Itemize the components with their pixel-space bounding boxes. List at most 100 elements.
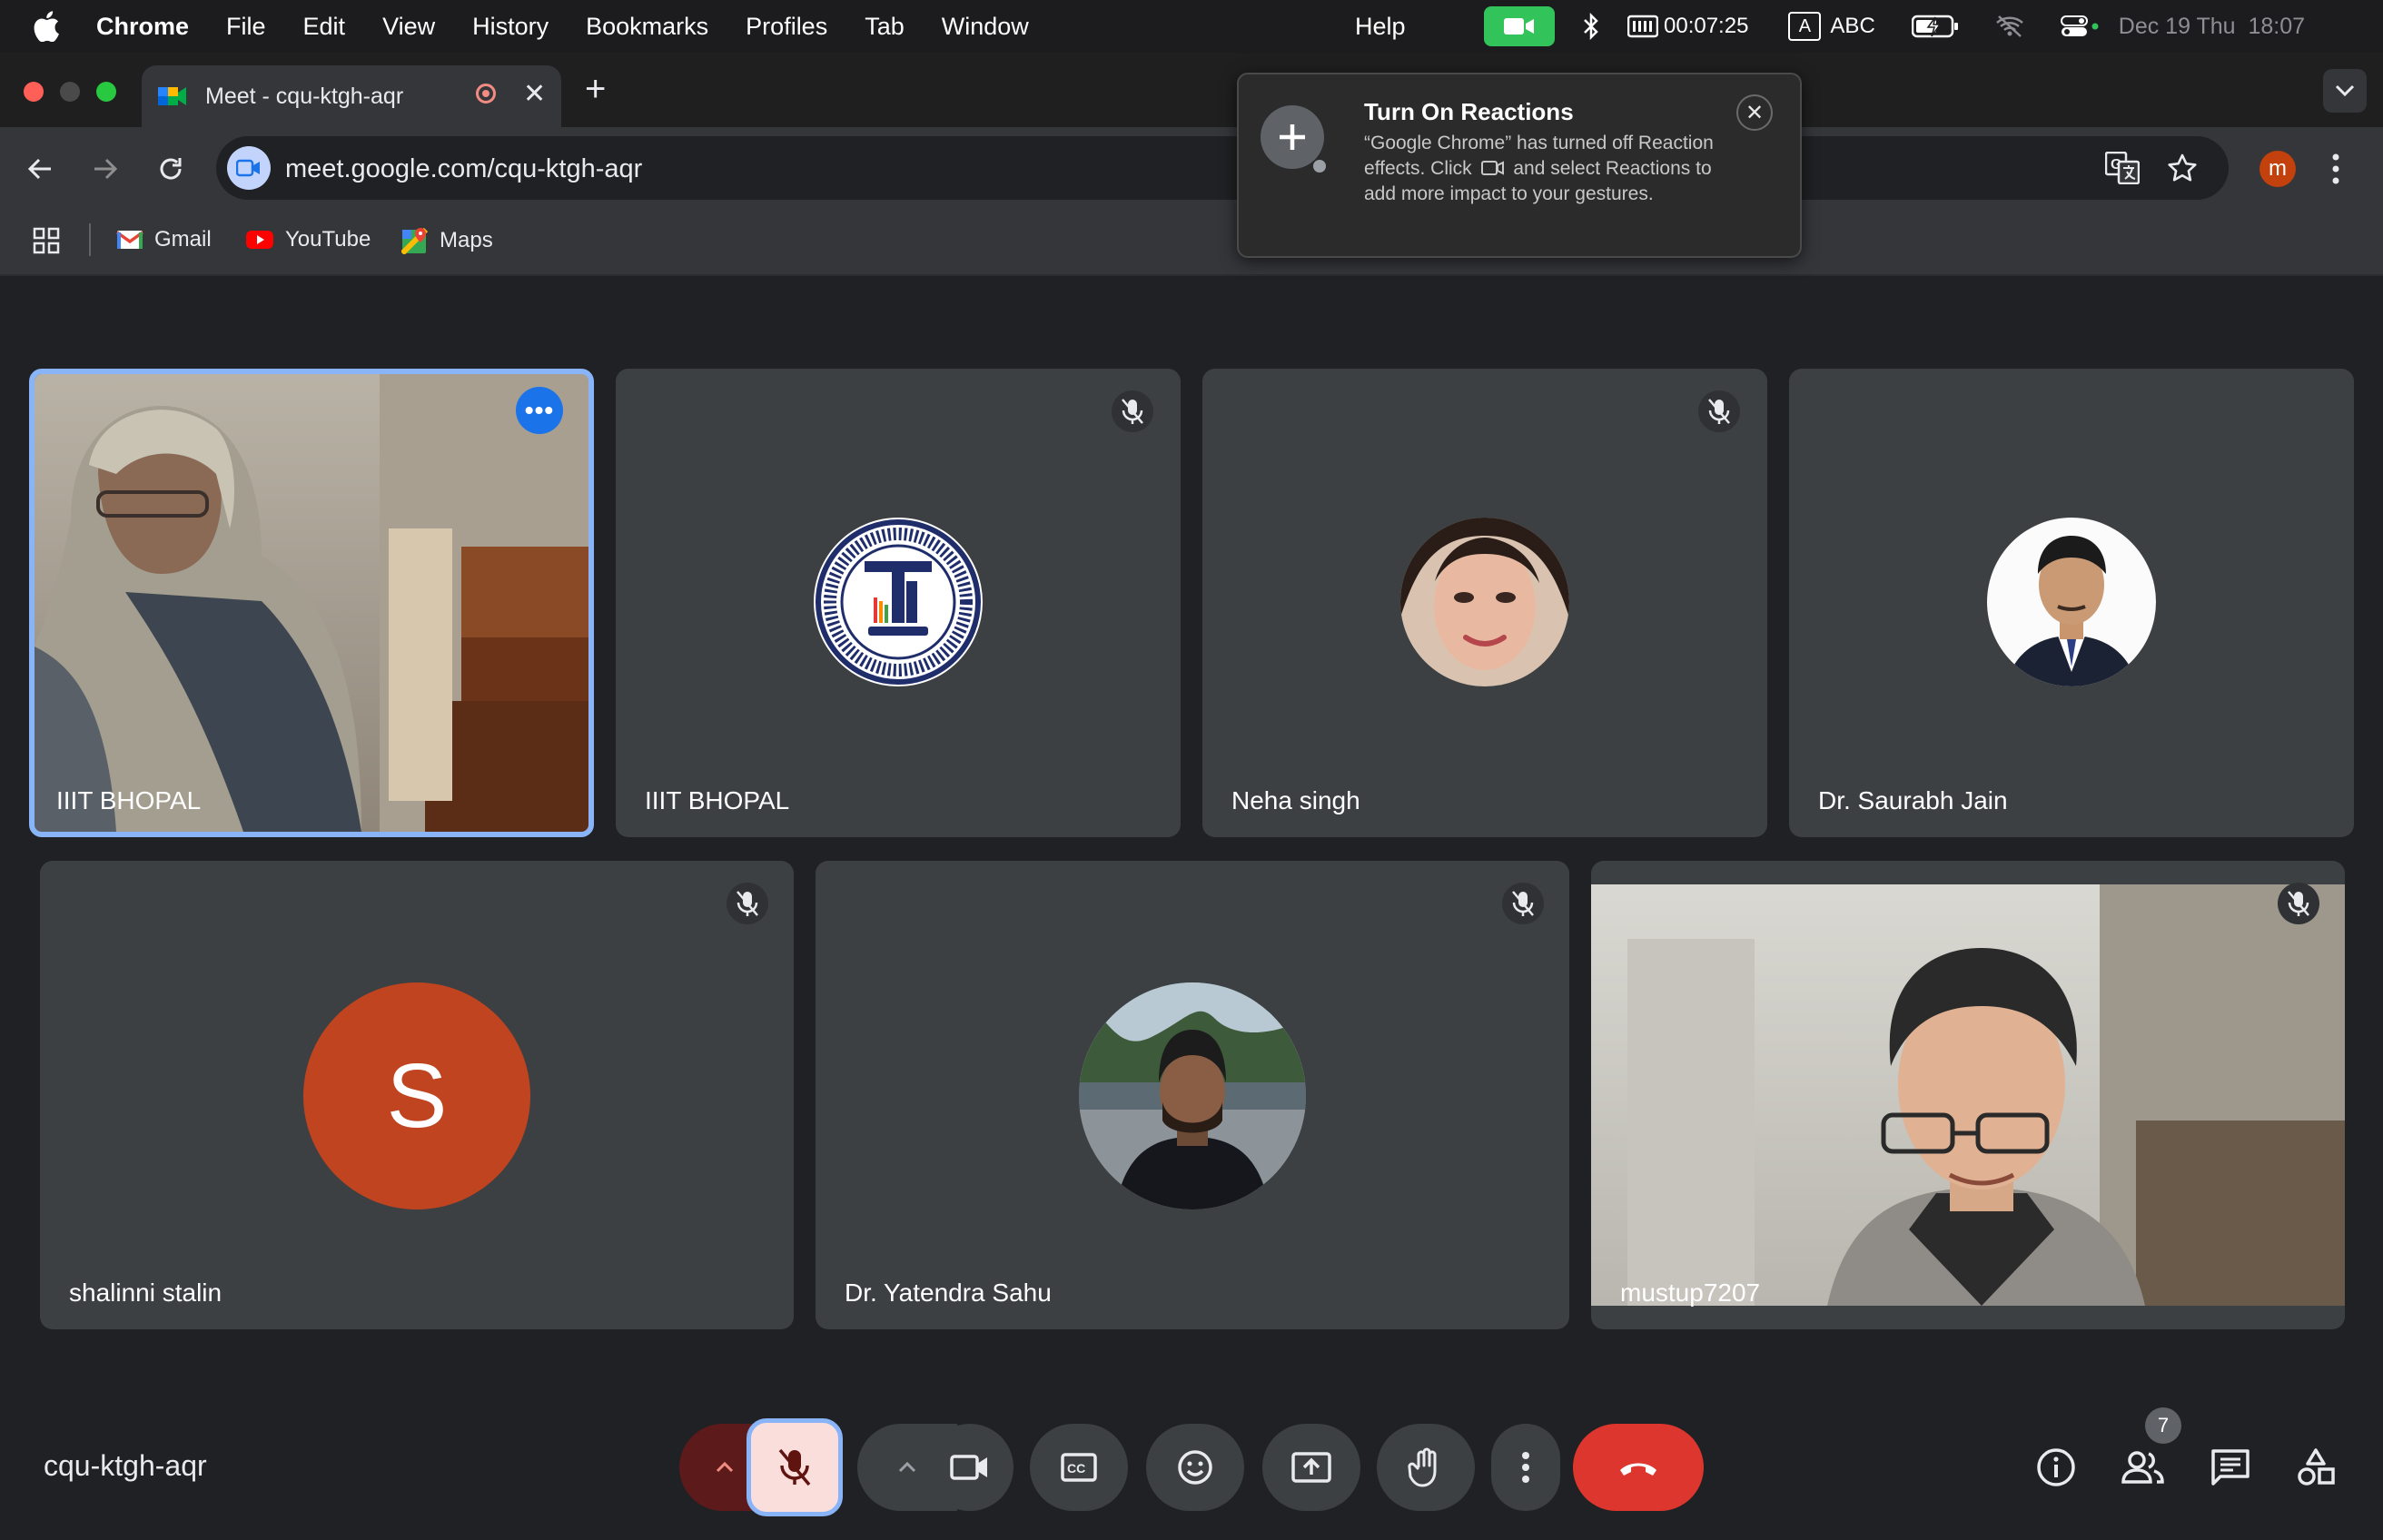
- bookmark-label: YouTube: [285, 227, 371, 252]
- participant-tile[interactable]: IIIT BHOPAL: [616, 369, 1181, 837]
- site-info-icon[interactable]: [227, 146, 271, 190]
- bookmark-star-button[interactable]: [2167, 153, 2198, 188]
- plus-icon: [1280, 124, 1305, 150]
- recording-indicator-icon: [476, 84, 496, 104]
- bookmark-maps[interactable]: Maps: [401, 227, 493, 254]
- profile-photo: [1079, 982, 1306, 1209]
- participant-tile[interactable]: Dr. Saurabh Jain: [1789, 369, 2354, 837]
- menu-profiles[interactable]: Profiles: [746, 13, 827, 41]
- notification-title: Turn On Reactions: [1364, 98, 1574, 125]
- menu-tab[interactable]: Tab: [865, 13, 905, 41]
- meeting-details-button[interactable]: [2032, 1444, 2080, 1491]
- bookmarks-separator: [89, 223, 91, 256]
- menu-history[interactable]: History: [472, 13, 549, 41]
- google-meet-favicon-icon: [158, 87, 186, 105]
- info-icon: [2037, 1448, 2075, 1486]
- timer-text: 00:07:25: [1664, 14, 1749, 38]
- forward-button[interactable]: [84, 147, 127, 191]
- menu-view[interactable]: View: [382, 13, 435, 41]
- window-minimize-button[interactable]: [60, 82, 80, 102]
- activities-button[interactable]: [2292, 1444, 2339, 1491]
- camera-toggle-button[interactable]: [926, 1424, 1014, 1511]
- menu-help[interactable]: Help: [1355, 13, 1406, 41]
- maps-icon: [401, 227, 429, 254]
- microphone-toggle-button[interactable]: [747, 1418, 843, 1516]
- input-source-status[interactable]: A ABC: [1788, 12, 1875, 41]
- vertical-dots-icon: [2332, 153, 2339, 184]
- mic-off-icon: [1708, 399, 1730, 424]
- emoji-icon: [1178, 1450, 1212, 1485]
- profile-photo: [1400, 518, 1569, 686]
- menu-edit[interactable]: Edit: [303, 13, 346, 41]
- window-zoom-button[interactable]: [96, 82, 116, 102]
- muted-indicator: [1112, 390, 1153, 432]
- timer-bars-icon: [1627, 15, 1658, 38]
- mic-off-icon: [778, 1448, 811, 1486]
- translate-button[interactable]: G: [2104, 151, 2141, 189]
- chevron-up-icon: [898, 1461, 916, 1473]
- back-button[interactable]: [18, 147, 62, 191]
- tab-search-button[interactable]: [2323, 69, 2367, 113]
- participant-name: Dr. Yatendra Sahu: [845, 1278, 1052, 1307]
- participant-tile[interactable]: Dr. Yatendra Sahu: [816, 861, 1569, 1329]
- present-screen-button[interactable]: [1262, 1424, 1360, 1511]
- chevron-up-icon: [716, 1461, 734, 1473]
- tab-close-button[interactable]: ✕: [523, 78, 546, 110]
- more-options-button[interactable]: [1491, 1424, 1560, 1511]
- address-bar[interactable]: meet.google.com/cqu-ktgh-aqr G: [216, 136, 2229, 200]
- people-button[interactable]: [2120, 1444, 2167, 1491]
- participant-avatar: [1987, 518, 2156, 686]
- window-close-button[interactable]: [24, 82, 44, 102]
- iiit-bhopal-seal-icon: [816, 519, 981, 685]
- arrow-right-icon: [94, 158, 118, 180]
- reload-button[interactable]: [149, 147, 193, 191]
- mic-off-icon: [737, 891, 758, 916]
- arrow-left-icon: [27, 158, 51, 180]
- participant-tile[interactable]: S shalinni stalin: [40, 861, 794, 1329]
- chat-button[interactable]: [2207, 1444, 2254, 1491]
- chrome-menu-button[interactable]: [2330, 153, 2341, 190]
- apps-button[interactable]: [33, 227, 60, 259]
- battery-status[interactable]: [1911, 15, 1959, 38]
- clock[interactable]: Dec 19 Thu 18:07: [2119, 14, 2305, 40]
- profile-avatar[interactable]: m: [2259, 151, 2296, 187]
- participant-tile[interactable]: Neha singh: [1202, 369, 1767, 837]
- notification-close-button[interactable]: ✕: [1736, 94, 1773, 131]
- bookmark-gmail[interactable]: Gmail: [116, 227, 212, 252]
- more-options-button[interactable]: •••: [516, 387, 563, 434]
- participant-video-feed: [1591, 884, 2345, 1306]
- notification-body: “Google Chrome” has turned off Reaction …: [1364, 131, 1745, 207]
- participant-name: IIIT BHOPAL: [56, 786, 202, 814]
- people-icon: [2121, 1451, 2164, 1484]
- battery-charging-icon: [1911, 15, 1958, 38]
- menu-app-name[interactable]: Chrome: [96, 13, 189, 41]
- bookmark-youtube[interactable]: YouTube: [245, 227, 371, 252]
- leave-call-button[interactable]: [1573, 1424, 1704, 1511]
- control-center-icon: [2060, 15, 2099, 36]
- bluetooth-status[interactable]: [1582, 13, 1600, 40]
- participant-name: IIIT BHOPAL: [645, 786, 790, 814]
- menu-window[interactable]: Window: [942, 13, 1029, 41]
- apple-logo-icon[interactable]: [33, 11, 60, 42]
- control-center[interactable]: [2060, 15, 2101, 38]
- bookmark-label: Gmail: [154, 227, 212, 252]
- menu-bookmarks[interactable]: Bookmarks: [586, 13, 708, 41]
- video-effects-icon: [1480, 161, 1504, 175]
- initial-avatar: S: [303, 982, 530, 1209]
- wifi-status[interactable]: [1995, 15, 2024, 38]
- svg-text:CC: CC: [1067, 1461, 1085, 1476]
- participant-tile-active-speaker[interactable]: ••• IIIT BHOPAL: [29, 369, 594, 837]
- captions-button[interactable]: CC: [1030, 1424, 1128, 1511]
- raise-hand-button[interactable]: [1377, 1424, 1475, 1511]
- new-tab-button[interactable]: +: [585, 69, 606, 110]
- star-icon: [2168, 153, 2197, 182]
- menu-file[interactable]: File: [226, 13, 266, 41]
- camera-in-use-indicator[interactable]: [1484, 6, 1555, 46]
- timer-status[interactable]: 00:07:25: [1627, 14, 1748, 39]
- tab-meet[interactable]: Meet - cqu-ktgh-aqr ✕: [142, 65, 561, 127]
- participant-tile[interactable]: mustup7207: [1591, 861, 2345, 1329]
- participant-video-feed: [35, 374, 588, 832]
- reactions-button[interactable]: [1146, 1424, 1244, 1511]
- profile-photo: [1987, 518, 2156, 686]
- mic-off-icon: [1512, 891, 1534, 916]
